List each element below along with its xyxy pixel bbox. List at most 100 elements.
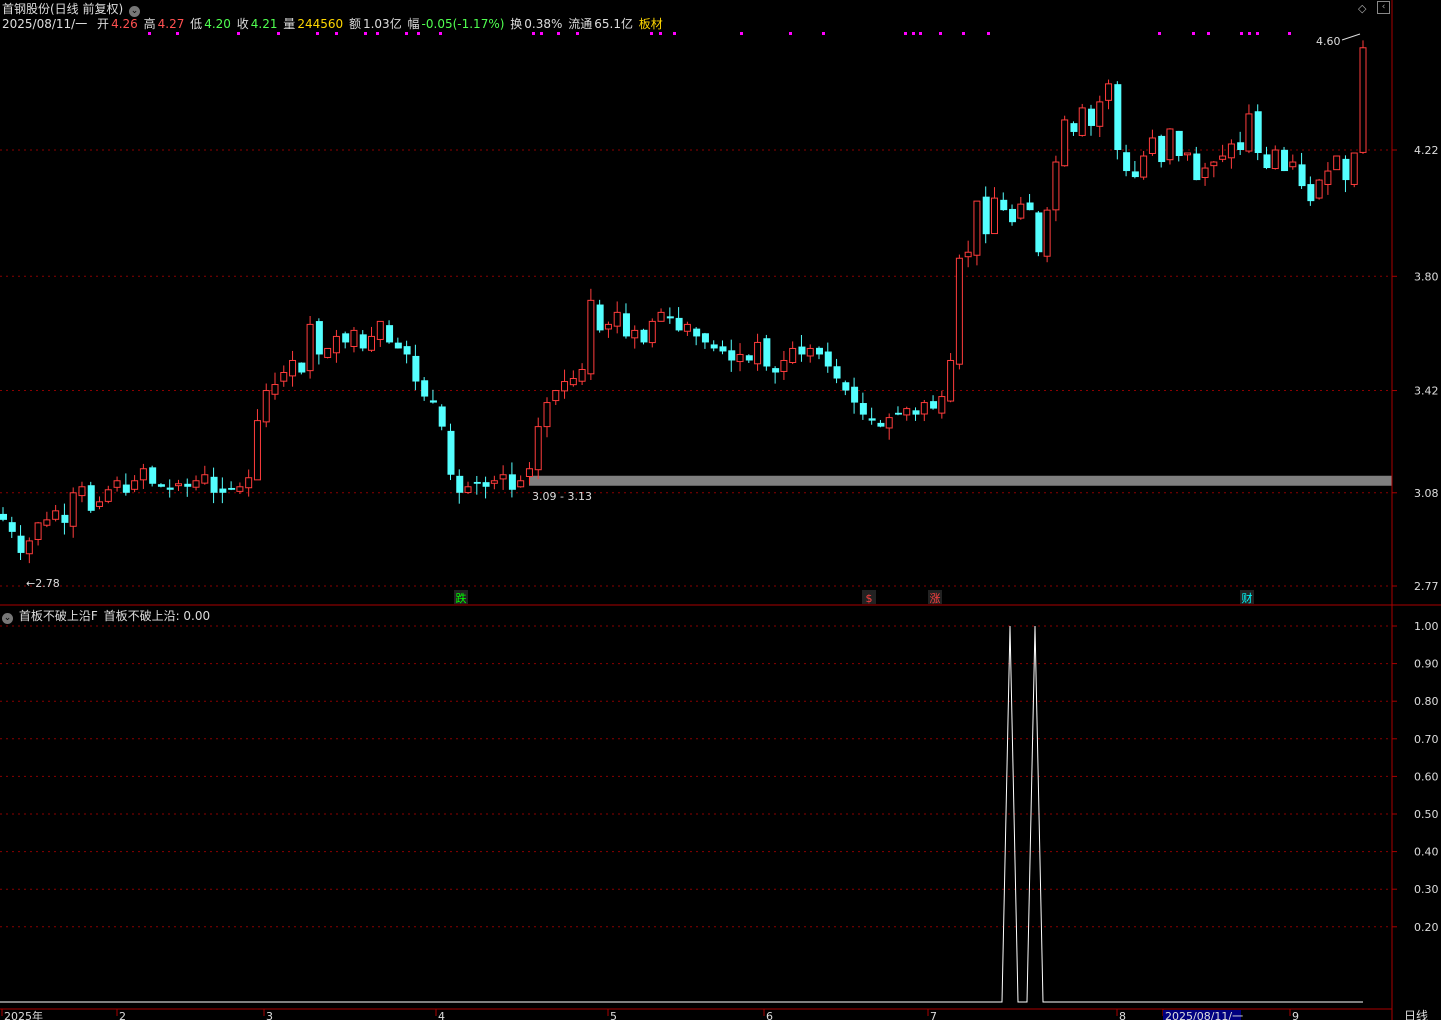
candle-body bbox=[8, 522, 16, 532]
indicator-tick-label: 0.50 bbox=[1414, 808, 1439, 821]
signal-dot bbox=[659, 32, 662, 35]
candle bbox=[613, 301, 621, 334]
candle-body bbox=[157, 484, 165, 487]
stock-chart[interactable]: 跌 $ 涨 财 4.22 3.80 3.42 3.08 2.77 1.00 0.90 0.80 0.7… bbox=[0, 0, 1441, 1020]
candle bbox=[8, 516, 16, 538]
quote-date: 2025/08/11/一 bbox=[2, 17, 88, 31]
support-band bbox=[529, 475, 1392, 486]
band-label: 3.09 - 3.13 bbox=[532, 490, 592, 503]
candle bbox=[1175, 130, 1183, 162]
candle-body bbox=[43, 519, 51, 526]
signal-dot bbox=[335, 32, 338, 35]
candle-body bbox=[1201, 167, 1209, 178]
candle-body bbox=[149, 467, 157, 484]
candle bbox=[394, 337, 402, 349]
candle-body bbox=[1088, 108, 1095, 126]
candle-body bbox=[394, 342, 402, 349]
candle-body bbox=[1254, 111, 1262, 154]
candle bbox=[104, 485, 112, 504]
candle bbox=[868, 407, 876, 425]
candle-body bbox=[1140, 155, 1148, 178]
candle-body bbox=[613, 311, 621, 327]
candle bbox=[947, 353, 955, 403]
candle bbox=[78, 481, 86, 503]
candle-body bbox=[728, 350, 736, 361]
candle-body bbox=[298, 362, 306, 373]
candle-body bbox=[421, 380, 429, 397]
chevron-down-icon[interactable]: ⌄ bbox=[2, 613, 13, 624]
candle-body bbox=[1175, 130, 1183, 157]
candle bbox=[640, 328, 648, 345]
candle bbox=[166, 479, 174, 498]
signal-dot bbox=[673, 32, 676, 35]
indicator-tick-label: 0.40 bbox=[1414, 846, 1439, 859]
indicator-name[interactable]: 首板不破上沿F bbox=[19, 609, 98, 623]
amount-value: 1.03亿 bbox=[362, 17, 402, 31]
candle bbox=[96, 496, 104, 510]
candle-body bbox=[1158, 135, 1166, 163]
candle bbox=[693, 327, 701, 346]
high-price-label: 4.60 bbox=[1316, 35, 1341, 48]
candle bbox=[622, 303, 630, 339]
signal-dot bbox=[376, 32, 379, 35]
candle bbox=[1184, 152, 1192, 161]
signal-dot bbox=[1248, 32, 1251, 35]
candle bbox=[1026, 193, 1034, 211]
candle bbox=[192, 475, 200, 491]
candle-body bbox=[842, 382, 850, 391]
event-label: $ bbox=[866, 592, 873, 605]
candle bbox=[25, 537, 33, 564]
event-label: 跌 bbox=[456, 591, 467, 605]
change-label: 幅 bbox=[407, 17, 420, 31]
candle bbox=[113, 476, 121, 492]
candle-body bbox=[973, 200, 981, 256]
indicator-tick-label: 0.90 bbox=[1414, 658, 1439, 671]
sector-tag[interactable]: 板材 bbox=[639, 17, 663, 31]
candle bbox=[683, 321, 691, 336]
candle-body bbox=[1148, 137, 1156, 154]
candle bbox=[412, 344, 420, 391]
diamond-icon[interactable]: ◇ bbox=[1358, 2, 1366, 15]
candle bbox=[930, 395, 938, 410]
candle-body bbox=[675, 317, 683, 331]
candle bbox=[228, 481, 236, 491]
candle bbox=[955, 254, 963, 370]
candle bbox=[1245, 104, 1253, 154]
candle bbox=[447, 423, 455, 481]
candle-body bbox=[806, 347, 814, 357]
high-label: 高 bbox=[143, 17, 156, 31]
candle-body bbox=[192, 480, 200, 488]
stock-title[interactable]: 首钢股份(日线 前复权) bbox=[2, 2, 123, 16]
candle bbox=[1043, 207, 1051, 263]
collapse-icon[interactable]: ‹ bbox=[1377, 1, 1390, 14]
candle bbox=[894, 406, 902, 416]
candle-body bbox=[1315, 179, 1323, 199]
indicator-tick-label: 0.70 bbox=[1414, 733, 1439, 746]
close-label: 收 bbox=[236, 17, 249, 31]
candle-body bbox=[719, 346, 727, 352]
candle-body bbox=[236, 486, 244, 492]
candle-body bbox=[508, 474, 516, 490]
candle-body bbox=[517, 480, 525, 488]
signal-dot bbox=[919, 32, 922, 35]
candle-body bbox=[403, 346, 411, 355]
float-label: 流通 bbox=[568, 17, 593, 31]
signal-dot bbox=[650, 32, 653, 35]
candle bbox=[982, 186, 990, 244]
candle bbox=[754, 333, 762, 371]
candle-body bbox=[262, 390, 270, 423]
candle bbox=[1307, 176, 1315, 206]
signal-dot bbox=[904, 32, 907, 35]
low-price-label: ←2.78 bbox=[26, 577, 60, 590]
candle bbox=[289, 350, 297, 387]
candle bbox=[648, 318, 656, 348]
signal-dot bbox=[789, 32, 792, 35]
signal-dot bbox=[1207, 32, 1210, 35]
candle-body bbox=[490, 480, 498, 484]
candle bbox=[842, 380, 850, 396]
candle-body bbox=[1026, 202, 1034, 211]
axis-labels: 4.22 3.80 3.42 3.08 2.77 1.00 0.90 0.80 0.70 0.60… bbox=[4, 33, 1439, 1020]
candle bbox=[201, 465, 209, 485]
candle-body bbox=[982, 196, 990, 235]
signal-dot bbox=[439, 32, 442, 35]
